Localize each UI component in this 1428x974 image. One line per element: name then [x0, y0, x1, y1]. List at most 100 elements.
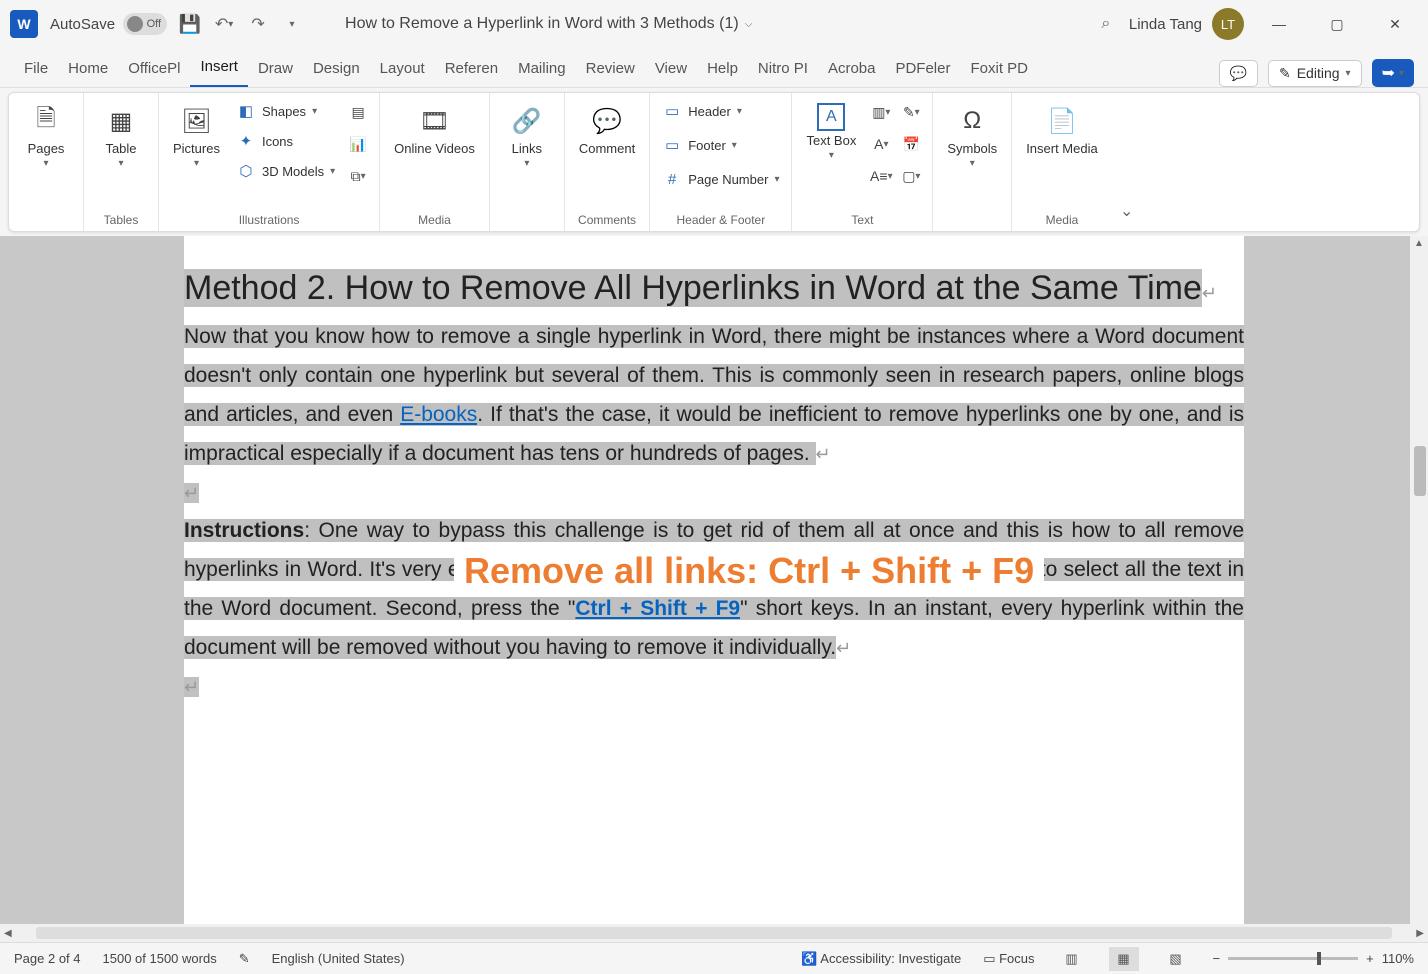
object-icon[interactable]: ▢▾: [898, 163, 924, 189]
group-comments: 💬Comment Comments: [565, 93, 650, 231]
user-account[interactable]: Linda Tang LT: [1129, 8, 1244, 40]
date-time-icon[interactable]: 📅: [898, 131, 924, 157]
web-layout-icon[interactable]: ▧: [1161, 947, 1191, 971]
smartart-icon[interactable]: ▤: [345, 99, 371, 125]
word-count[interactable]: 1500 of 1500 words: [103, 951, 217, 966]
zoom-control[interactable]: − + 110%: [1213, 951, 1414, 966]
spelling-icon[interactable]: ✎: [239, 951, 250, 967]
heading-2[interactable]: Method 2. How to Remove All Hyperlinks i…: [184, 269, 1202, 307]
pictures-button[interactable]: 🖼Pictures▾: [167, 99, 226, 173]
shapes-button[interactable]: ◧Shapes▾: [232, 99, 339, 123]
scroll-up-icon[interactable]: ▲: [1412, 236, 1426, 251]
picture-icon: 🖼: [178, 103, 214, 139]
ribbon-tabs: File Home OfficePl Insert Draw Design La…: [0, 48, 1428, 88]
online-videos-button[interactable]: 🎞Online Videos: [388, 99, 481, 160]
link-ctrl-shift-f9[interactable]: Ctrl + Shift + F9: [575, 597, 740, 620]
paragraph-1[interactable]: Now that you know how to remove a single…: [184, 318, 1244, 473]
group-media: 🎞Online Videos Media: [380, 93, 490, 231]
tab-design[interactable]: Design: [303, 52, 370, 87]
zoom-slider[interactable]: [1228, 957, 1358, 960]
footer-button[interactable]: ▭Footer▾: [658, 133, 783, 157]
quick-parts-icon[interactable]: ▥▾: [868, 99, 894, 125]
tab-view[interactable]: View: [645, 52, 697, 87]
tab-nitro[interactable]: Nitro PI: [748, 52, 818, 87]
tab-draw[interactable]: Draw: [248, 52, 303, 87]
close-button[interactable]: ✕: [1372, 8, 1418, 40]
zoom-level[interactable]: 110%: [1382, 951, 1414, 966]
undo-icon[interactable]: ↶▾: [213, 13, 235, 35]
editing-mode-button[interactable]: ✎ Editing ▾: [1268, 60, 1362, 87]
autosave-toggle[interactable]: AutoSave Off: [50, 13, 167, 35]
tab-acrobat[interactable]: Acroba: [818, 52, 886, 87]
scroll-right-icon[interactable]: ▶: [1412, 928, 1428, 939]
minimize-button[interactable]: —: [1256, 8, 1302, 40]
group-pages: 🗎Pages▾: [9, 93, 84, 231]
tab-layout[interactable]: Layout: [370, 52, 435, 87]
table-icon: ▦: [103, 103, 139, 139]
scrollbar-thumb[interactable]: [1414, 446, 1426, 496]
symbols-button[interactable]: ΩSymbols▾: [941, 99, 1003, 173]
language-indicator[interactable]: English (United States): [272, 951, 405, 966]
group-illustrations: 🖼Pictures▾ ◧Shapes▾ ✦Icons ⬡3D Models▾ ▤…: [159, 93, 380, 231]
screenshot-icon[interactable]: ⧉▾: [345, 163, 371, 189]
tab-file[interactable]: File: [14, 52, 58, 87]
table-button[interactable]: ▦Table▾: [92, 99, 150, 173]
page: Method 2. How to Remove All Hyperlinks i…: [184, 236, 1244, 924]
tab-foxit[interactable]: Foxit PD: [960, 52, 1038, 87]
header-button[interactable]: ▭Header▾: [658, 99, 783, 123]
links-button[interactable]: 🔗Links▾: [498, 99, 556, 173]
maximize-button[interactable]: ▢: [1314, 8, 1360, 40]
search-icon[interactable]: ⌕: [1095, 13, 1117, 35]
redo-icon[interactable]: ↷: [247, 13, 269, 35]
drop-cap-icon[interactable]: A≡▾: [868, 163, 894, 189]
text-box-button[interactable]: AText Box▾: [800, 99, 862, 165]
document-title[interactable]: How to Remove a Hyperlink in Word with 3…: [345, 15, 752, 33]
document-area[interactable]: Method 2. How to Remove All Hyperlinks i…: [0, 236, 1428, 924]
accessibility-indicator[interactable]: ♿ Accessibility: Investigate: [801, 951, 961, 967]
read-mode-icon[interactable]: ▥: [1057, 947, 1087, 971]
toggle-switch[interactable]: Off: [123, 13, 167, 35]
autosave-label: AutoSave: [50, 16, 115, 33]
status-bar: Page 2 of 4 1500 of 1500 words ✎ English…: [0, 942, 1428, 974]
header-icon: ▭: [662, 101, 682, 121]
tab-officeplus[interactable]: OfficePl: [118, 52, 190, 87]
vertical-scrollbar[interactable]: ▲: [1410, 236, 1428, 924]
page-icon: 🗎: [28, 103, 64, 139]
tab-pdfeler[interactable]: PDFeler: [885, 52, 960, 87]
collapse-ribbon-icon[interactable]: ⌄: [1112, 93, 1142, 231]
page-number-button[interactable]: #Page Number▾: [658, 167, 783, 191]
tab-review[interactable]: Review: [576, 52, 645, 87]
avatar: LT: [1212, 8, 1244, 40]
tab-insert[interactable]: Insert: [190, 50, 248, 87]
3d-models-button[interactable]: ⬡3D Models▾: [232, 159, 339, 183]
link-ebooks[interactable]: E-books: [400, 403, 477, 426]
comment-icon: 💬: [589, 103, 625, 139]
chart-icon[interactable]: 📊: [345, 131, 371, 157]
customize-qat-icon[interactable]: ▾: [281, 13, 303, 35]
scroll-left-icon[interactable]: ◀: [0, 928, 16, 939]
signature-icon[interactable]: ✎▾: [898, 99, 924, 125]
tab-help[interactable]: Help: [697, 52, 748, 87]
pages-button[interactable]: 🗎Pages▾: [17, 99, 75, 173]
horizontal-scrollbar[interactable]: ◀ ▶: [0, 924, 1428, 942]
share-button[interactable]: ➥ ▾: [1372, 59, 1414, 87]
print-layout-icon[interactable]: ▦: [1109, 947, 1139, 971]
instructions-label: Instructions: [184, 519, 304, 542]
tab-home[interactable]: Home: [58, 52, 118, 87]
wordart-icon[interactable]: A▾: [868, 131, 894, 157]
tab-references[interactable]: Referen: [435, 52, 508, 87]
zoom-slider-thumb[interactable]: [1317, 952, 1321, 965]
page-indicator[interactable]: Page 2 of 4: [14, 951, 81, 966]
zoom-out-icon[interactable]: −: [1213, 951, 1221, 966]
icons-button[interactable]: ✦Icons: [232, 129, 339, 153]
comments-button[interactable]: 💬: [1219, 60, 1258, 87]
horizontal-scroll-track[interactable]: [36, 927, 1393, 939]
titlebar: W AutoSave Off 💾 ↶▾ ↷ ▾ How to Remove a …: [0, 0, 1428, 48]
zoom-in-icon[interactable]: +: [1366, 951, 1374, 966]
omega-icon: Ω: [954, 103, 990, 139]
comment-button[interactable]: 💬Comment: [573, 99, 641, 160]
insert-media-button[interactable]: 📄Insert Media: [1020, 99, 1104, 160]
tab-mailings[interactable]: Mailing: [508, 52, 576, 87]
focus-mode[interactable]: ▭ Focus: [983, 951, 1034, 967]
save-icon[interactable]: 💾: [179, 13, 201, 35]
